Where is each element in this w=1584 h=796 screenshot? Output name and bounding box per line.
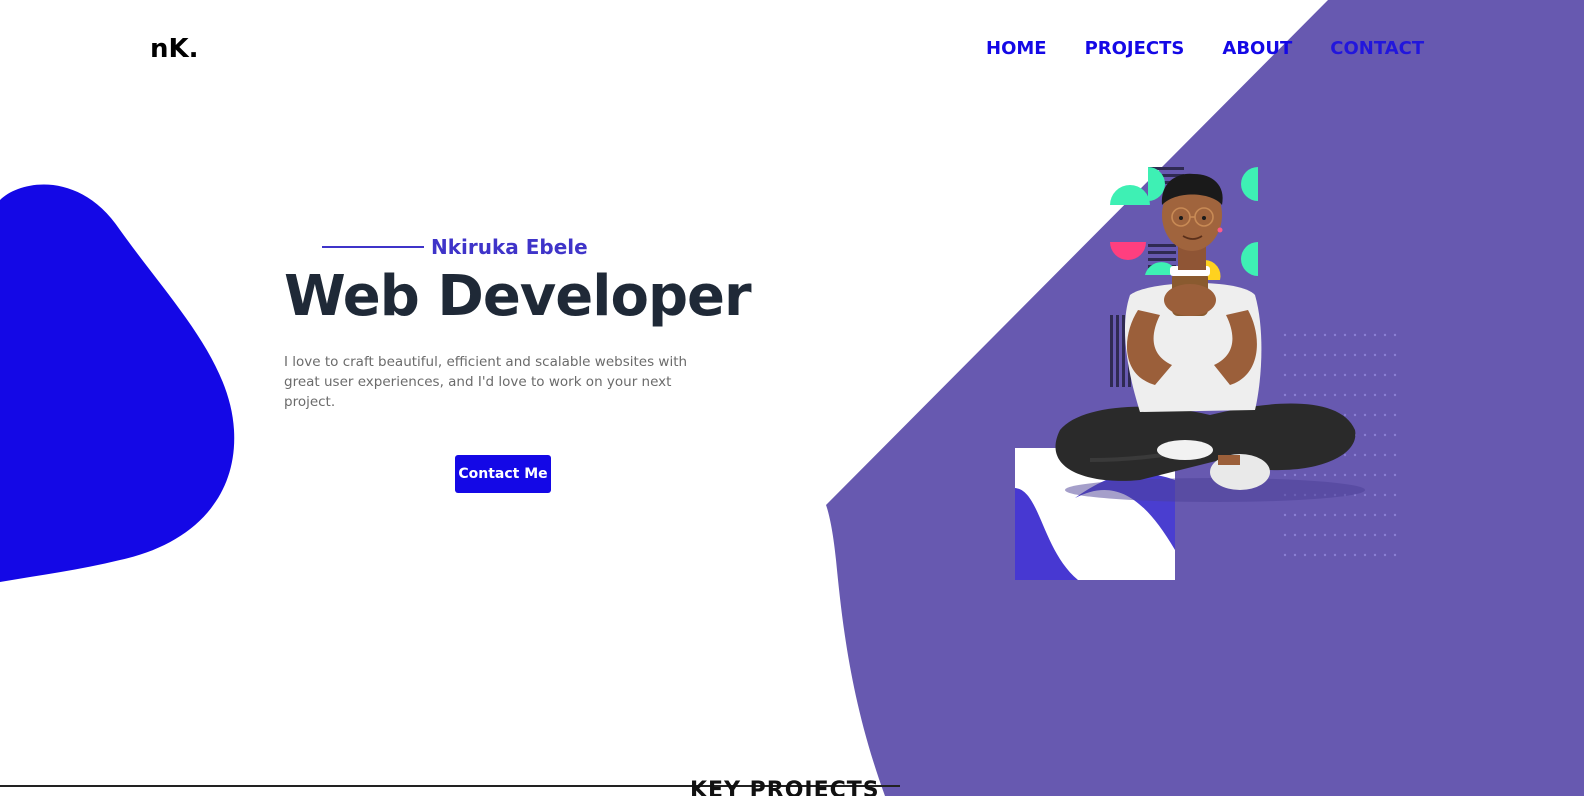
character-figure	[1055, 173, 1365, 502]
nav-link-projects[interactable]: PROJECTS	[1085, 38, 1185, 59]
developer-avatar-illustration	[1015, 167, 1397, 580]
site-header: nK. HOME PROJECTS ABOUT CONTACT	[0, 0, 1584, 100]
hero-section: Nkiruka Ebele Web Developer I love to cr…	[284, 232, 754, 412]
site-logo[interactable]: nK.	[150, 34, 199, 64]
hero-name: Nkiruka Ebele	[431, 235, 588, 259]
main-nav: HOME PROJECTS ABOUT CONTACT	[986, 38, 1424, 59]
name-decor-line	[322, 246, 424, 248]
hero-name-row: Nkiruka Ebele	[284, 232, 754, 264]
contact-me-button[interactable]: Contact Me	[455, 455, 551, 493]
nav-link-home[interactable]: HOME	[986, 38, 1047, 59]
left-blue-blob	[0, 184, 235, 583]
page: nK. HOME PROJECTS ABOUT CONTACT Nkiruka …	[0, 0, 1584, 796]
nav-link-contact[interactable]: CONTACT	[1330, 38, 1424, 59]
hero-title: Web Developer	[284, 264, 752, 329]
next-section-heading: KEY PROJECTS	[690, 778, 880, 796]
hero-description: I love to craft beautiful, efficient and…	[284, 354, 688, 410]
nav-link-about[interactable]: ABOUT	[1222, 38, 1292, 59]
